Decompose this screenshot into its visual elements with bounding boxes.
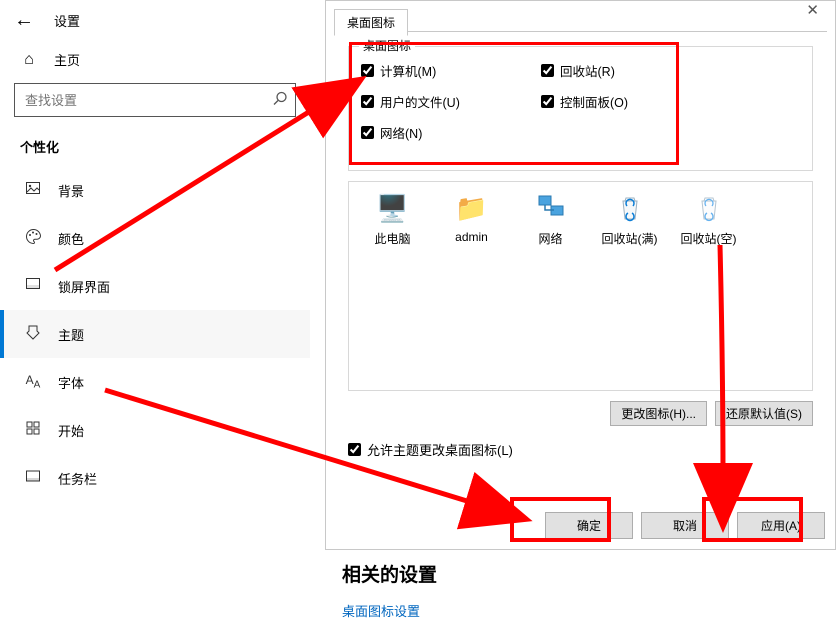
lockscreen-icon: [24, 276, 42, 296]
taskbar-icon: [24, 468, 42, 488]
restore-defaults-button[interactable]: 还原默认值(S): [715, 401, 813, 426]
sidebar-item-label: 颜色: [58, 229, 84, 248]
checkbox-allow-themes[interactable]: 允许主题更改桌面图标(L): [348, 440, 813, 459]
preview-item-network[interactable]: 网络: [513, 192, 588, 247]
desktop-icon-settings-dialog: ✕ 桌面图标 桌面图标 计算机(M) 回收站(R) 用户的文件(U): [325, 0, 836, 550]
related-link[interactable]: 桌面图标设置: [342, 601, 437, 620]
checkbox-network[interactable]: 网络(N): [361, 123, 541, 142]
sidebar-item-fonts[interactable]: AA 字体: [0, 358, 310, 406]
sidebar-item-colors[interactable]: 颜色: [0, 214, 310, 262]
settings-sidebar: ← 设置 ⌂ 主页 个性化 背景 颜色 锁屏界面 主题 AA: [0, 0, 310, 616]
ok-button[interactable]: 确定: [545, 512, 633, 539]
home-nav[interactable]: ⌂ 主页: [0, 40, 310, 79]
user-folder-icon: 📁: [456, 192, 488, 224]
preview-item-recycle-empty[interactable]: 回收站(空): [671, 192, 746, 247]
search-wrap: [14, 83, 296, 117]
sidebar-item-label: 任务栏: [58, 469, 97, 488]
back-button[interactable]: ←: [8, 5, 40, 36]
sidebar-item-label: 字体: [58, 373, 84, 392]
checkbox-label: 网络(N): [380, 123, 422, 142]
preview-label: 网络: [538, 230, 562, 247]
checkbox-label: 回收站(R): [560, 61, 615, 80]
checkbox-computer-input[interactable]: [361, 64, 374, 77]
related-settings: 相关的设置 桌面图标设置: [342, 560, 437, 620]
home-label: 主页: [54, 50, 80, 69]
change-icon-button[interactable]: 更改图标(H)...: [610, 401, 707, 426]
sidebar-item-theme[interactable]: 主题: [0, 310, 310, 358]
checkbox-recyclebin[interactable]: 回收站(R): [541, 61, 721, 80]
close-icon[interactable]: ✕: [800, 1, 825, 20]
sidebar-item-label: 背景: [58, 181, 84, 200]
preview-label: 回收站(空): [681, 230, 737, 247]
preview-label: 回收站(满): [602, 230, 658, 247]
group-title: 桌面图标: [359, 37, 415, 54]
preview-label: admin: [455, 230, 488, 244]
checkbox-userfiles[interactable]: 用户的文件(U): [361, 92, 541, 111]
checkbox-label: 计算机(M): [380, 61, 436, 80]
checkbox-computer[interactable]: 计算机(M): [361, 61, 541, 80]
checkbox-label: 用户的文件(U): [380, 92, 460, 111]
image-icon: [24, 180, 42, 200]
network-icon: [535, 192, 567, 224]
sidebar-item-background[interactable]: 背景: [0, 166, 310, 214]
font-icon: AA: [24, 373, 42, 390]
checkbox-label: 控制面板(O): [560, 92, 628, 111]
checkbox-recyclebin-input[interactable]: [541, 64, 554, 77]
palette-icon: [24, 228, 42, 249]
sidebar-item-taskbar[interactable]: 任务栏: [0, 454, 310, 502]
search-input[interactable]: [14, 83, 296, 117]
settings-title: 设置: [54, 11, 80, 30]
checkbox-userfiles-input[interactable]: [361, 95, 374, 108]
preview-label: 此电脑: [374, 230, 410, 247]
related-title: 相关的设置: [342, 560, 437, 587]
sidebar-item-start[interactable]: 开始: [0, 406, 310, 454]
sidebar-item-lockscreen[interactable]: 锁屏界面: [0, 262, 310, 310]
checkbox-label: 允许主题更改桌面图标(L): [367, 440, 513, 459]
section-title: 个性化: [0, 133, 310, 166]
cancel-button[interactable]: 取消: [641, 512, 729, 539]
preview-item-recycle-full[interactable]: 回收站(满): [592, 192, 667, 247]
sidebar-item-label: 开始: [58, 421, 84, 440]
tab-desktop-icons[interactable]: 桌面图标: [334, 9, 408, 36]
start-icon: [24, 421, 42, 440]
preview-item-computer[interactable]: 🖥️ 此电脑: [355, 192, 430, 247]
checkbox-controlpanel[interactable]: 控制面板(O): [541, 92, 721, 111]
sidebar-item-label: 主题: [58, 325, 84, 344]
preview-item-user[interactable]: 📁 admin: [434, 192, 509, 244]
checkbox-controlpanel-input[interactable]: [541, 95, 554, 108]
checkbox-allow-themes-input[interactable]: [348, 443, 361, 456]
apply-button[interactable]: 应用(A): [737, 512, 825, 539]
theme-icon: [24, 324, 42, 344]
recycle-full-icon: [614, 192, 646, 224]
home-icon: ⌂: [20, 51, 38, 69]
sidebar-item-label: 锁屏界面: [58, 277, 110, 296]
desktop-icons-group: 桌面图标 计算机(M) 回收站(R) 用户的文件(U) 控制面板(O): [348, 46, 813, 171]
checkbox-network-input[interactable]: [361, 126, 374, 139]
computer-icon: 🖥️: [377, 192, 409, 224]
recycle-empty-icon: [693, 192, 725, 224]
icon-preview-panel: 🖥️ 此电脑 📁 admin 网络 回收站(满): [348, 181, 813, 391]
